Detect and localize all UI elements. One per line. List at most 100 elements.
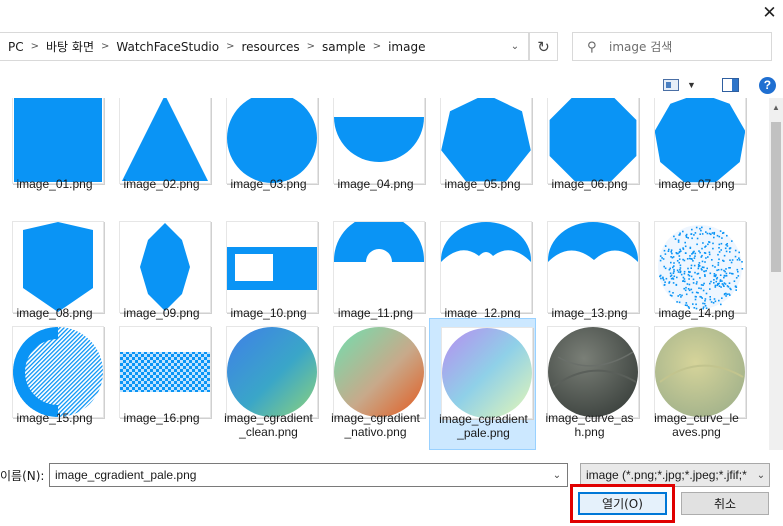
file-tile[interactable]: image_14.png	[643, 213, 750, 320]
square-image-icon	[14, 98, 102, 182]
file-name: image_16.png	[123, 411, 200, 425]
file-thumbnail	[440, 221, 532, 313]
breadcrumb-item-watchfacestudio[interactable]: WatchFaceStudio	[112, 40, 223, 54]
file-name: image_cgradient_nativo.png	[331, 411, 420, 439]
file-tile[interactable]: image_11.png	[322, 213, 429, 320]
chevron-down-icon[interactable]: ⌄	[753, 469, 769, 481]
file-thumbnail	[119, 98, 211, 184]
file-tile[interactable]: image_13.png	[536, 213, 643, 320]
half-circle-image-icon	[334, 117, 424, 162]
file-tile[interactable]: image_12.png	[429, 213, 536, 320]
file-thumbnail	[12, 326, 104, 418]
change-view-icon[interactable]	[663, 79, 679, 91]
breadcrumb-item-resources[interactable]: resources	[238, 40, 304, 54]
cancel-button[interactable]: 취소	[681, 492, 769, 515]
curve-leaves-image-icon	[655, 327, 745, 417]
file-thumbnail	[654, 326, 746, 418]
preview-pane-icon[interactable]	[721, 78, 739, 92]
file-tile[interactable]: image_07.png	[643, 98, 750, 197]
file-name: image_04.png	[337, 177, 414, 191]
search-box[interactable]: ⚲ image 검색	[572, 32, 772, 61]
file-tile[interactable]: image_05.png	[429, 98, 536, 197]
file-name: image_02.png	[123, 177, 200, 191]
file-tile[interactable]: image_01.png	[1, 98, 108, 197]
grad-pale-image-icon	[442, 328, 532, 418]
vertical-scrollbar[interactable]: ▲	[769, 98, 783, 450]
file-tile[interactable]: image_10.png	[215, 213, 322, 320]
triangle-image-icon	[122, 98, 208, 181]
file-tile[interactable]: image_curve_ash.png	[536, 318, 643, 448]
file-thumbnail	[440, 98, 532, 184]
file-thumbnail	[333, 221, 425, 313]
filename-value[interactable]: image_cgradient_pale.png	[50, 468, 547, 482]
filename-label: 이름(N):	[0, 469, 45, 483]
breadcrumb-item-pc[interactable]: PC	[4, 40, 28, 54]
noise-circle-image-icon	[658, 225, 744, 310]
chevron-right-icon: >	[30, 41, 40, 52]
chevron-right-icon: >	[226, 41, 235, 52]
file-name: image_07.png	[658, 177, 735, 191]
file-thumbnail	[654, 221, 746, 313]
open-button[interactable]: 열기(O)	[578, 492, 667, 515]
help-icon[interactable]: ?	[758, 76, 776, 94]
file-tile[interactable]: image_08.png	[1, 213, 108, 320]
file-tile[interactable]: image_cgradient_nativo.png	[322, 318, 429, 448]
double-arc-image-icon	[441, 222, 531, 262]
chevron-right-icon: >	[101, 41, 110, 52]
filename-field[interactable]: image_cgradient_pale.png ⌄	[49, 463, 568, 487]
file-thumbnail	[226, 98, 318, 184]
breadcrumb-item-desktop[interactable]: 바탕 화면	[42, 38, 98, 55]
chevron-down-icon[interactable]: ⌄	[502, 33, 528, 60]
file-thumbnail	[226, 326, 318, 418]
filetype-value: image (*.png;*.jpg;*.jpeg;*.jfif;*	[586, 468, 747, 482]
file-tile[interactable]: image_02.png	[108, 98, 215, 197]
file-thumbnail	[547, 326, 639, 418]
file-thumbnail	[333, 98, 425, 184]
view-toolbar: ▼ ?	[663, 74, 776, 96]
file-thumbnail	[654, 98, 746, 184]
refresh-icon[interactable]: ↻	[529, 32, 558, 61]
file-tile[interactable]: image_curve_leaves.png	[643, 318, 750, 448]
file-name: image_05.png	[444, 177, 521, 191]
file-thumbnail	[547, 221, 639, 313]
file-name: image_01.png	[16, 177, 93, 191]
file-name: image_15.png	[16, 411, 93, 425]
heptagon-image-icon	[441, 98, 531, 182]
file-tile[interactable]: image_04.png	[322, 98, 429, 197]
circle-image-icon	[227, 98, 317, 183]
chevron-right-icon: >	[306, 41, 316, 52]
file-thumbnail	[12, 98, 104, 184]
address-bar[interactable]: PC > 바탕 화면 > WatchFaceStudio > resources…	[0, 32, 529, 61]
octagon-image-icon	[549, 98, 637, 182]
file-thumbnail	[333, 326, 425, 418]
file-name: image_06.png	[551, 177, 628, 191]
file-tile[interactable]: image_03.png	[215, 98, 322, 197]
breadcrumb-item-sample[interactable]: sample	[318, 40, 370, 54]
file-name: image_03.png	[230, 177, 307, 191]
file-name: image_curve_ash.png	[545, 411, 634, 439]
ring-half-image-icon	[13, 327, 103, 417]
file-tile[interactable]: image_cgradient_pale.png	[429, 318, 536, 450]
scroll-up-icon[interactable]: ▲	[769, 100, 783, 114]
scrollbar-thumb[interactable]	[771, 122, 781, 272]
file-tile[interactable]: image_06.png	[536, 98, 643, 197]
close-icon[interactable]: ✕	[756, 0, 783, 26]
file-thumbnail	[119, 221, 211, 313]
chevron-right-icon: >	[372, 41, 382, 52]
breadcrumb-item-image[interactable]: image	[384, 40, 429, 54]
curve-ash-image-icon	[548, 327, 638, 417]
file-tile[interactable]: image_cgradient_clean.png	[215, 318, 322, 448]
chevron-down-icon[interactable]: ⌄	[547, 470, 567, 481]
view-dropdown-icon[interactable]: ▼	[687, 80, 696, 90]
file-thumbnail	[119, 326, 211, 418]
file-tile[interactable]: image_16.png	[108, 318, 215, 448]
lens-image-icon	[140, 223, 190, 311]
file-tile[interactable]: image_09.png	[108, 213, 215, 320]
file-tile[interactable]: image_15.png	[1, 318, 108, 448]
file-name: image_curve_leaves.png	[654, 411, 739, 439]
nonagon-image-icon	[655, 98, 745, 183]
file-grid: image_01.png image_02.png image_03.png imag…	[0, 98, 769, 450]
file-thumbnail	[12, 221, 104, 313]
breadcrumb: PC > 바탕 화면 > WatchFaceStudio > resources…	[0, 38, 502, 55]
shield-image-icon	[23, 222, 93, 312]
